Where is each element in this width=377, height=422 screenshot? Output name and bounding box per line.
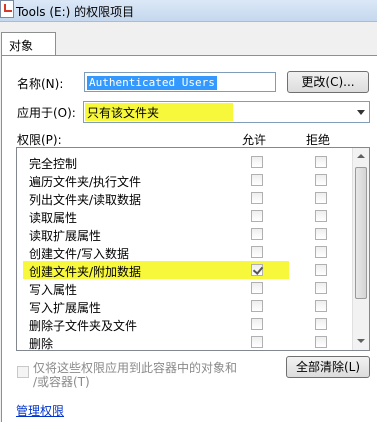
name-field-value: Authenticated Users xyxy=(87,76,217,90)
permission-label: 遍历文件夹/执行文件 xyxy=(29,175,142,189)
apply-to-select[interactable]: 只有该文件夹 xyxy=(83,101,370,123)
deny-checkbox[interactable] xyxy=(315,228,327,240)
deny-checkbox[interactable] xyxy=(315,264,327,276)
clear-all-button[interactable]: 全部清除(L) xyxy=(286,356,370,378)
permission-row: 遍历文件夹/执行文件 xyxy=(17,171,353,189)
deny-checkbox[interactable] xyxy=(315,246,327,258)
deny-checkbox[interactable] xyxy=(315,210,327,222)
allow-column-header: 允许 xyxy=(242,133,267,147)
permissions-label: 权限(P): xyxy=(17,133,62,147)
allow-checkbox[interactable] xyxy=(251,174,263,186)
apply-to-container-line1: 仅将这些权限应用到此容器中的对象和 xyxy=(33,361,238,375)
title-bar: Tools (E:) 的权限项目 xyxy=(0,0,377,22)
allow-checkbox[interactable] xyxy=(251,300,263,312)
deny-checkbox[interactable] xyxy=(315,282,327,294)
permission-label: 列出文件夹/读取数据 xyxy=(29,193,142,207)
tab-object-label: 对象 xyxy=(9,39,34,53)
apply-to-container-checkbox[interactable] xyxy=(17,366,29,378)
allow-checkbox[interactable] xyxy=(251,282,263,294)
allow-checkbox[interactable] xyxy=(251,246,263,258)
deny-checkbox[interactable] xyxy=(315,318,327,330)
apply-to-selected-value: 只有该文件夹 xyxy=(85,103,233,121)
allow-checkbox[interactable] xyxy=(251,318,263,330)
permission-label: 读取属性 xyxy=(29,211,78,225)
permission-label: 创建文件夹/附加数据 xyxy=(29,265,142,279)
deny-checkbox[interactable] xyxy=(315,174,327,186)
deny-column-header: 拒绝 xyxy=(306,133,331,147)
window-title: Tools (E:) 的权限项目 xyxy=(16,5,135,19)
deny-checkbox[interactable] xyxy=(315,336,327,348)
permission-label: 删除 xyxy=(29,337,54,351)
name-label: 名称(N): xyxy=(17,77,64,91)
permission-row: 删除 xyxy=(17,333,353,351)
permissions-list[interactable]: 完全控制遍历文件夹/执行文件 列出文件夹/读取数据 读取属性读取扩展属性创建文件/写… xyxy=(16,147,370,351)
vertical-scrollbar[interactable] xyxy=(352,148,369,350)
allow-checkbox[interactable] xyxy=(251,228,263,240)
apply-to-container-line2: /或容器(T) xyxy=(33,375,90,389)
chevron-down-icon xyxy=(357,110,365,115)
permission-label: 写入属性 xyxy=(29,283,78,297)
permission-row: 创建文件夹/附加数据 xyxy=(17,261,353,279)
allow-checkbox[interactable] xyxy=(251,264,263,276)
scroll-up-icon[interactable] xyxy=(353,148,369,165)
permission-label: 创建文件/写入数据 xyxy=(29,247,130,261)
permission-label: 写入扩展属性 xyxy=(29,301,102,315)
permission-row: 写入属性 xyxy=(17,279,353,297)
permission-row: 列出文件夹/读取数据 xyxy=(17,189,353,207)
deny-checkbox[interactable] xyxy=(315,300,327,312)
allow-checkbox[interactable] xyxy=(251,156,263,168)
permission-row: 创建文件/写入数据 xyxy=(17,243,353,261)
name-field[interactable]: Authenticated Users xyxy=(84,72,276,92)
change-button[interactable]: 更改(C)... xyxy=(287,71,369,93)
permission-label: 完全控制 xyxy=(29,157,78,171)
manage-permissions-link[interactable]: 管理权限 xyxy=(16,402,64,419)
tab-object[interactable]: 对象 xyxy=(1,32,56,56)
scrollbar-thumb[interactable] xyxy=(355,167,367,299)
permission-row: 读取扩展属性 xyxy=(17,225,353,243)
permission-row: 完全控制 xyxy=(17,153,353,171)
permission-row: 读取属性 xyxy=(17,207,353,225)
allow-checkbox[interactable] xyxy=(251,192,263,204)
apply-to-container-label: 仅将这些权限应用到此容器中的对象和 /或容器(T) xyxy=(33,361,237,389)
deny-checkbox[interactable] xyxy=(315,156,327,168)
permission-row: 写入扩展属性 xyxy=(17,297,353,315)
apply-to-label: 应用于(O): xyxy=(17,106,76,120)
permission-label: 读取扩展属性 xyxy=(29,229,102,243)
allow-checkbox[interactable] xyxy=(251,210,263,222)
scroll-down-icon[interactable] xyxy=(353,333,369,350)
allow-checkbox[interactable] xyxy=(251,336,263,348)
deny-checkbox[interactable] xyxy=(315,192,327,204)
app-icon xyxy=(0,0,14,18)
permission-row: 删除子文件夹及文件 xyxy=(17,315,353,333)
permission-label: 删除子文件夹及文件 xyxy=(29,319,138,333)
